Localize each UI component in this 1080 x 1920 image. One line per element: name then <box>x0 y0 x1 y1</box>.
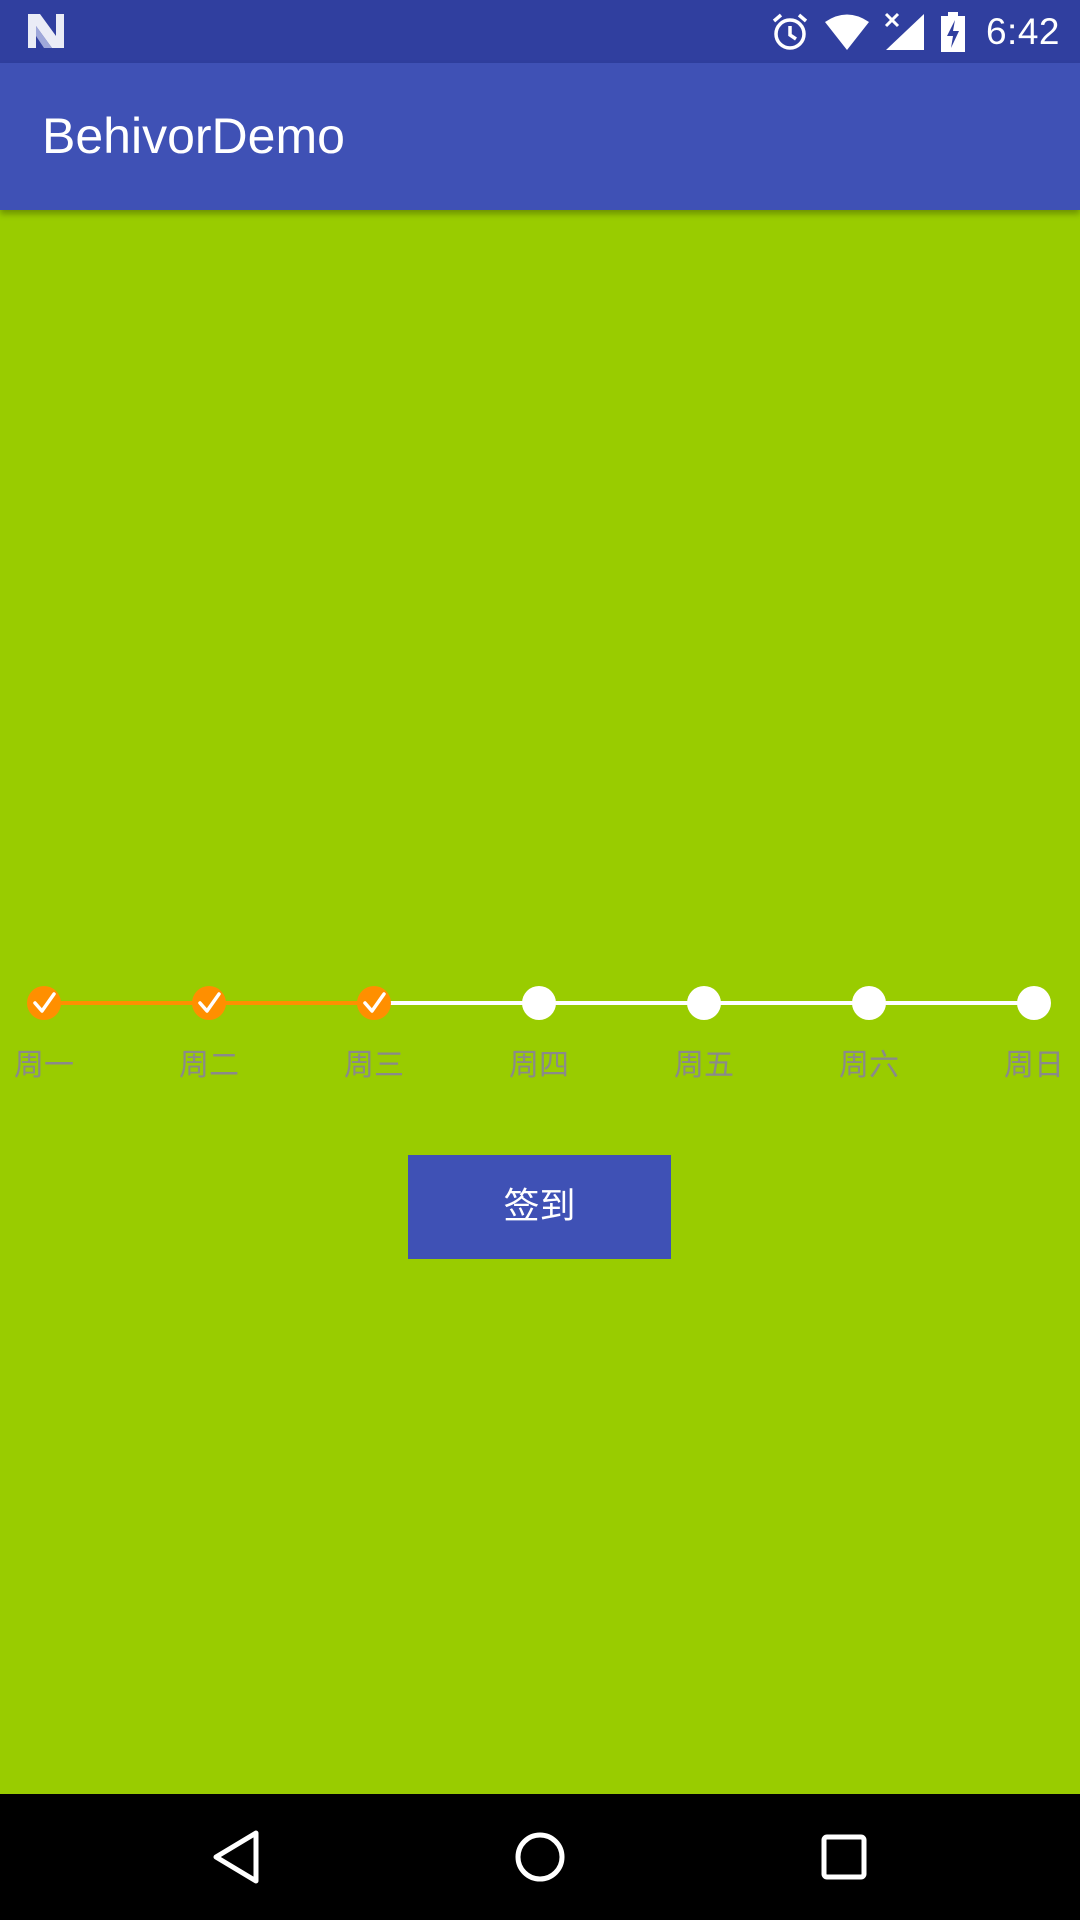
step-node-pending <box>522 986 556 1020</box>
step-node-pending <box>1017 986 1051 1020</box>
app-bar: BehivorDemo <box>0 63 1080 210</box>
android-n-icon <box>28 14 64 48</box>
back-button[interactable] <box>176 1794 296 1920</box>
battery-charging-icon <box>940 11 965 52</box>
step-node-pending <box>852 986 886 1020</box>
back-icon <box>213 1830 259 1884</box>
step-node-done <box>27 986 61 1020</box>
home-icon <box>515 1832 565 1882</box>
step-label: 周五 <box>674 1048 734 1083</box>
step-label: 周一 <box>14 1048 74 1083</box>
status-icons: 6:42 <box>770 0 1060 63</box>
status-bar: 6:42 <box>0 0 1080 63</box>
app-title: BehivorDemo <box>42 108 345 164</box>
signin-button[interactable]: 签到 <box>408 1155 671 1259</box>
status-time: 6:42 <box>985 10 1060 52</box>
recents-button[interactable] <box>784 1794 904 1920</box>
home-button[interactable] <box>480 1794 600 1920</box>
recents-icon <box>821 1834 867 1880</box>
stepper-graphic <box>27 986 1051 1020</box>
signal-icon <box>884 12 924 50</box>
step-node-done <box>192 986 226 1020</box>
screen: 6:42 BehivorDemo 周一 周二 周三 周四 周五 周六 周日 签到 <box>0 0 1080 1920</box>
step-label: 周三 <box>344 1048 404 1083</box>
step-node-done <box>357 986 391 1020</box>
step-label: 周四 <box>509 1048 569 1083</box>
alarm-icon <box>772 13 808 50</box>
step-label: 周日 <box>1004 1048 1064 1083</box>
step-label: 周二 <box>179 1048 239 1083</box>
nav-bar <box>0 1794 1080 1920</box>
wifi-icon <box>824 14 869 50</box>
step-label: 周六 <box>839 1048 899 1083</box>
step-node-pending <box>687 986 721 1020</box>
